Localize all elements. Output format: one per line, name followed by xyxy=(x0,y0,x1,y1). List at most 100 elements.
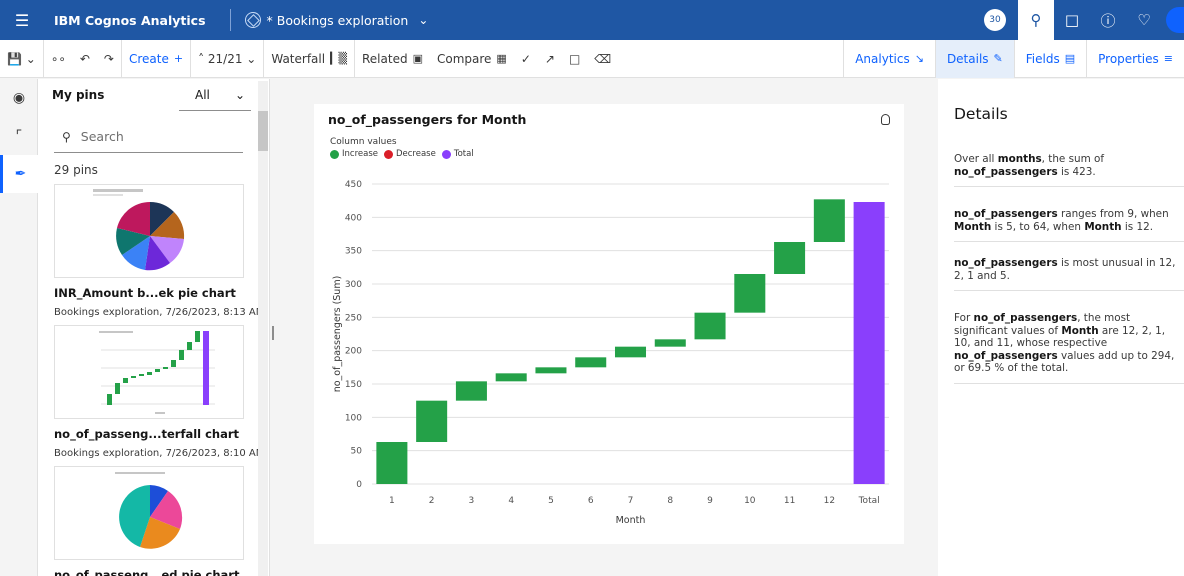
insight-item: Over all months, the sum of no_of_passen… xyxy=(954,153,1184,187)
bar-2 xyxy=(416,400,448,442)
legend-title: Column values xyxy=(330,137,397,147)
redo-icon[interactable]: ↷ xyxy=(97,40,121,78)
lightbulb-icon[interactable] xyxy=(881,114,890,125)
bar-3 xyxy=(455,381,487,401)
pin-thumbnail-waterfall xyxy=(54,325,244,419)
bar-7 xyxy=(614,346,647,358)
pins-filter-dropdown[interactable]: All ⌄ xyxy=(179,79,251,111)
bar-6 xyxy=(575,357,607,368)
x-tick-label: 8 xyxy=(667,496,673,506)
create-button[interactable]: Create + xyxy=(122,40,190,78)
x-tick-label: 5 xyxy=(548,496,554,506)
pin-card[interactable]: INR_Amount b...ek pie chart Bookings exp… xyxy=(54,184,264,318)
pin-card[interactable]: no_of_passeng...terfall chart Bookings e… xyxy=(54,325,264,459)
x-tick-label: 4 xyxy=(508,496,514,506)
bar-Total xyxy=(853,202,885,484)
insight-item: For no_of_passengers, the most significa… xyxy=(954,312,1184,384)
insights-icon[interactable]: ◉ xyxy=(0,79,38,117)
x-tick-label: 2 xyxy=(429,496,435,506)
compare-button[interactable]: Compare ▦ xyxy=(430,40,514,78)
x-tick-label: 6 xyxy=(588,496,594,506)
pin-card[interactable]: no_of_passeng...ed pie chart xyxy=(54,466,244,576)
panel-splitter[interactable] xyxy=(272,326,274,340)
pins-filter-value: All xyxy=(195,87,210,102)
waterfall-button[interactable]: Waterfall ▎▒ xyxy=(264,40,354,78)
menu-icon[interactable]: ☰ xyxy=(0,0,44,40)
search-placeholder: Search xyxy=(80,129,124,144)
toolbar: 💾 ⌄ ∘∘ ↶ ↷ Create + ˄ 21/21 ⌄ Waterfall ▎▒… xyxy=(0,39,1184,78)
properties-icon: ≡ xyxy=(1163,52,1173,65)
top-bar: ☰ IBM Cognos Analytics * Bookings explor… xyxy=(0,0,1184,40)
pin-thumbnail-pie xyxy=(54,466,244,560)
fullscreen-icon[interactable]: □ xyxy=(562,40,587,78)
pin-thumbnail-pie xyxy=(54,184,244,278)
insight-item: no_of_passengers is most unusual in 12, … xyxy=(954,257,1184,291)
counter-label: 21/21 xyxy=(207,51,243,66)
save-icon[interactable]: 💾 ⌄ xyxy=(0,40,43,78)
pin-name: INR_Amount b...ek pie chart xyxy=(54,286,236,300)
y-tick-label: 50 xyxy=(351,447,363,457)
delete-icon[interactable]: ⌫ xyxy=(587,40,618,78)
x-tick-label: 10 xyxy=(744,496,756,506)
search-icon: ⚲ xyxy=(62,129,71,144)
tab-analytics[interactable]: Analytics ↘ xyxy=(843,39,935,78)
pin-name: no_of_passeng...terfall chart xyxy=(54,427,240,441)
legend-swatch xyxy=(330,149,339,159)
undo-icon[interactable]: ↶ xyxy=(73,40,97,78)
waterfall-label: Waterfall xyxy=(271,51,326,66)
legend: Increase Decrease Total xyxy=(330,149,480,159)
pins-scrollbar[interactable] xyxy=(258,81,268,576)
details-title: Details xyxy=(954,105,1008,123)
details-panel: Details Over all months, the sum of no_o… xyxy=(938,79,1184,576)
tab-properties-label: Properties xyxy=(1098,51,1159,66)
tab-details[interactable]: Details ✎ xyxy=(934,39,1014,78)
y-tick-label: 300 xyxy=(345,280,362,290)
chevron-up-icon: ˄ xyxy=(198,51,208,66)
pins-search-input[interactable]: ⚲ Search xyxy=(54,121,243,153)
y-axis-title: no_of_passengers (Sum) xyxy=(332,276,343,393)
related-button[interactable]: Related ▣ xyxy=(355,40,430,78)
chat-icon[interactable]: □ xyxy=(1054,0,1090,40)
bar-9 xyxy=(694,312,726,340)
y-tick-label: 450 xyxy=(345,180,362,190)
chevron-down-icon[interactable]: ⌄ xyxy=(418,13,428,27)
user-avatar[interactable] xyxy=(1166,7,1184,33)
bar-8 xyxy=(654,339,686,347)
bar-11 xyxy=(774,242,806,274)
data-tree-icon[interactable]: ⌜ xyxy=(0,117,38,155)
x-tick-label: 1 xyxy=(389,496,395,506)
x-tick-label: 9 xyxy=(707,496,713,506)
fields-icon: ▤ xyxy=(1064,52,1076,65)
chart-counter[interactable]: ˄ 21/21 ⌄ xyxy=(191,40,263,78)
legend-item-total: Total xyxy=(441,149,474,159)
left-rail: ◉ ⌜ ✒ xyxy=(0,79,38,576)
document-title[interactable]: * Bookings exploration xyxy=(267,13,409,28)
x-axis-title: Month xyxy=(616,515,646,526)
tab-fields[interactable]: Fields ▤ xyxy=(1013,39,1086,78)
bell-icon[interactable]: ♡ xyxy=(1126,0,1162,40)
pin-icon[interactable]: ✒ xyxy=(0,155,38,193)
y-tick-label: 150 xyxy=(345,380,362,390)
waterfall-chart: 0501001502002503003504004501 2 3 4 5 6 7 8 9 10 11… xyxy=(332,180,889,526)
chart-title: no_of_passengers for Month xyxy=(328,112,527,127)
trend-icon[interactable]: ↗ xyxy=(538,40,562,78)
bar-12 xyxy=(813,199,845,242)
create-label: Create xyxy=(128,51,169,66)
x-tick-label: 7 xyxy=(628,496,634,506)
compare-icon: ▦ xyxy=(496,52,507,65)
legend-swatch xyxy=(383,149,393,159)
y-tick-label: 200 xyxy=(345,347,362,357)
help-icon[interactable]: ⓘ xyxy=(1090,0,1126,40)
waterfall-icon: ▎▒ xyxy=(330,52,347,65)
legend-label: Total xyxy=(453,149,474,159)
y-tick-label: 350 xyxy=(345,247,362,257)
notification-count-badge[interactable]: 30 xyxy=(984,9,1006,31)
analytics-icon: ↘ xyxy=(914,52,924,65)
x-tick-label: 11 xyxy=(784,496,795,506)
search-icon[interactable]: ⚲ xyxy=(1018,0,1054,40)
tab-properties[interactable]: Properties ≡ xyxy=(1086,39,1184,78)
pin-icon[interactable]: ✓ xyxy=(514,40,538,78)
scrollbar-thumb[interactable] xyxy=(258,111,268,151)
share-icon[interactable]: ∘∘ xyxy=(44,40,73,78)
pins-title: My pins xyxy=(52,88,105,102)
